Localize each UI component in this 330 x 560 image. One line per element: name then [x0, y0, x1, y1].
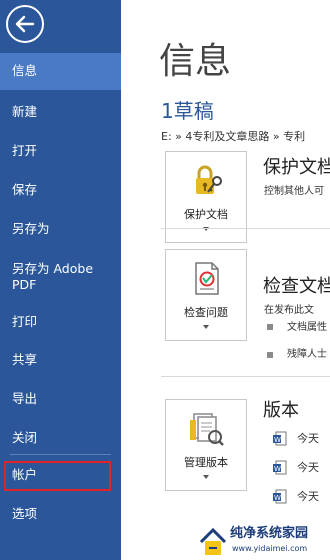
divider	[161, 228, 330, 229]
nav-save-as-pdf[interactable]: 另存为 Adobe PDF	[0, 261, 110, 293]
nav-new[interactable]: 新建	[0, 104, 121, 120]
versions-heading: 版本	[263, 400, 299, 421]
nav-divider	[10, 454, 111, 455]
nav-options[interactable]: 选项	[0, 506, 121, 522]
word-doc-icon: W	[273, 431, 287, 446]
nav-print[interactable]: 打印	[0, 314, 121, 330]
nav-save[interactable]: 保存	[0, 182, 121, 198]
check-issues-button[interactable]: 检查问题	[165, 249, 247, 341]
backstage-sidebar: 信息 新建 打开 保存 另存为 另存为 Adobe PDF 打印 共享 导出 关…	[0, 0, 121, 560]
chevron-down-icon	[203, 325, 209, 329]
tile-label: 管理版本	[184, 456, 228, 469]
svg-text:W: W	[274, 494, 281, 502]
nav-close[interactable]: 关闭	[0, 430, 121, 446]
version-item[interactable]: 今天	[297, 461, 319, 475]
version-item[interactable]: 今天	[297, 490, 319, 504]
info-panel: 信息 1草稿 E: » 4专利及文章思路 » 专利 保护文档 保护文档 控制其他…	[121, 0, 330, 560]
protect-description: 控制其他人可	[264, 186, 324, 197]
word-doc-icon: W	[273, 489, 287, 504]
word-doc-icon: W	[273, 460, 287, 475]
inspect-bullet-accessibility: 残障人士	[287, 349, 327, 360]
page-title: 信息	[159, 41, 232, 82]
divider	[161, 376, 330, 377]
account-highlight-box	[4, 461, 111, 491]
inspect-document-icon	[195, 262, 219, 295]
nav-save-as[interactable]: 另存为	[0, 221, 121, 237]
manage-versions-icon	[190, 413, 224, 446]
chevron-down-icon	[203, 475, 209, 479]
inspect-heading: 检查文档	[263, 276, 330, 297]
site-watermark: 纯净系统家园 www.yidaimei.com	[198, 524, 330, 560]
document-path[interactable]: E: » 4专利及文章思路 » 专利	[161, 130, 305, 144]
protect-document-button[interactable]: 保护文档	[165, 151, 247, 243]
house-logo-icon	[199, 527, 227, 555]
manage-versions-button[interactable]: 管理版本	[165, 399, 247, 491]
back-button[interactable]	[6, 5, 44, 43]
inspect-bullet-properties: 文档属性	[287, 322, 327, 333]
bullet	[267, 324, 273, 330]
watermark-title: 纯净系统家园	[230, 526, 309, 541]
nav-info[interactable]: 信息	[0, 53, 121, 90]
nav-export[interactable]: 导出	[0, 391, 121, 407]
inspect-description: 在发布此文	[264, 305, 314, 316]
svg-text:W: W	[274, 436, 281, 444]
bullet	[267, 352, 273, 358]
tile-label: 检查问题	[184, 306, 228, 319]
tile-label: 保护文档	[184, 208, 228, 221]
watermark-url: www.yidaimei.com	[232, 544, 308, 553]
back-arrow-icon	[15, 15, 35, 33]
nav-share[interactable]: 共享	[0, 352, 121, 368]
lock-key-icon	[196, 165, 222, 194]
svg-text:W: W	[274, 465, 281, 473]
version-item[interactable]: 今天	[297, 432, 319, 446]
document-name: 1草稿	[161, 99, 214, 123]
nav-open[interactable]: 打开	[0, 143, 121, 159]
protect-heading: 保护文档	[263, 157, 330, 178]
